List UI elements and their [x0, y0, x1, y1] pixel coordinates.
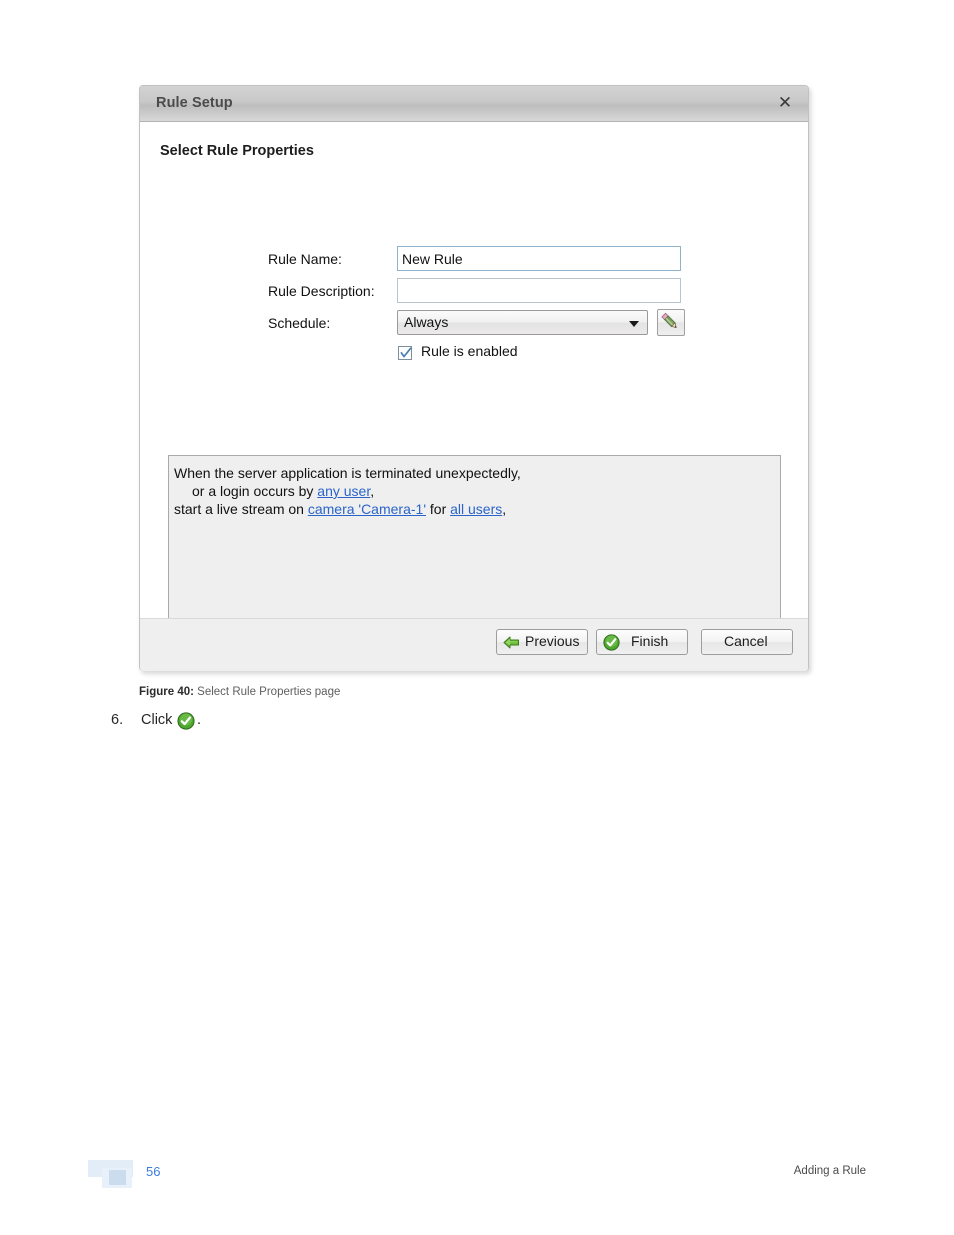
cancel-button-label: Cancel: [724, 633, 768, 649]
summary-line-3-suffix: ,: [502, 501, 507, 517]
schedule-row: Schedule: Always: [140, 309, 808, 342]
dialog-body: Select Rule Properties Rule Name: Rule D…: [140, 122, 808, 620]
rule-enabled-row: Rule is enabled: [140, 342, 808, 368]
logo-watermark-icon: [88, 1160, 148, 1190]
figure-label: Figure 40:: [139, 686, 194, 698]
summary-line-2-prefix: or a login occurs by: [192, 483, 318, 499]
any-user-link[interactable]: any user: [317, 483, 370, 499]
page-number: 56: [146, 1164, 161, 1179]
all-users-link[interactable]: all users: [450, 501, 502, 517]
footer-section-title: Adding a Rule: [793, 1165, 866, 1177]
step-text: Click: [141, 712, 173, 728]
rule-enabled-label: Rule is enabled: [421, 343, 518, 359]
edit-schedule-button[interactable]: [657, 309, 685, 336]
rule-setup-dialog: Rule Setup ✕ Select Rule Properties Rule…: [139, 85, 809, 671]
rule-name-input[interactable]: [397, 246, 681, 271]
logo-rect-3: [109, 1170, 126, 1185]
chevron-down-icon: [629, 321, 639, 327]
rule-description-row: Rule Description:: [140, 278, 808, 310]
rule-enabled-checkbox[interactable]: [398, 346, 412, 360]
dialog-titlebar: Rule Setup ✕: [140, 86, 808, 122]
pencil-icon: [661, 312, 677, 329]
dialog-footer: Previous Finish Cancel: [140, 618, 808, 671]
close-icon[interactable]: ✕: [774, 93, 796, 115]
summary-line-2-suffix: ,: [370, 483, 375, 499]
summary-line-3-prefix: start a live stream on: [174, 501, 308, 517]
schedule-label: Schedule:: [268, 315, 331, 331]
page-footer: 56 Adding a Rule: [0, 1155, 954, 1195]
green-left-arrow-icon: [503, 634, 520, 654]
figure-caption-text: Select Rule Properties page: [193, 686, 341, 698]
rule-properties-form: Rule Name: Rule Description: Schedule: A…: [140, 246, 808, 368]
finish-button-label: Finish: [631, 633, 669, 649]
dialog-title: Rule Setup: [156, 95, 233, 111]
rule-description-label: Rule Description:: [268, 283, 375, 299]
summary-line-1: When the server application is terminate…: [174, 464, 772, 482]
schedule-selected-value: Always: [404, 314, 449, 330]
finish-button[interactable]: Finish: [596, 629, 688, 655]
camera-link[interactable]: camera 'Camera-1': [308, 501, 426, 517]
previous-button-label: Previous: [525, 633, 580, 649]
step-period: .: [197, 712, 202, 728]
green-check-icon: [177, 712, 195, 734]
checkmark-icon: [400, 347, 412, 358]
previous-button[interactable]: Previous: [496, 629, 588, 655]
summary-line-3: start a live stream on camera 'Camera-1'…: [174, 500, 772, 518]
summary-line-2: or a login occurs by any user,: [174, 482, 772, 500]
cancel-button[interactable]: Cancel: [701, 629, 793, 655]
schedule-select[interactable]: Always: [397, 310, 648, 335]
summary-line-3-mid: for: [426, 501, 451, 517]
green-check-icon: [603, 634, 620, 654]
rule-description-input[interactable]: [397, 278, 681, 303]
step-number: 6.: [111, 712, 124, 728]
rule-summary-box[interactable]: When the server application is terminate…: [168, 455, 781, 620]
summary-line-1-text: When the server application is terminate…: [174, 465, 521, 481]
rule-name-label: Rule Name:: [268, 251, 342, 267]
rule-name-row: Rule Name:: [140, 246, 808, 278]
page-title: Select Rule Properties: [160, 143, 314, 159]
figure-caption: Figure 40: Select Rule Properties page: [139, 686, 340, 698]
